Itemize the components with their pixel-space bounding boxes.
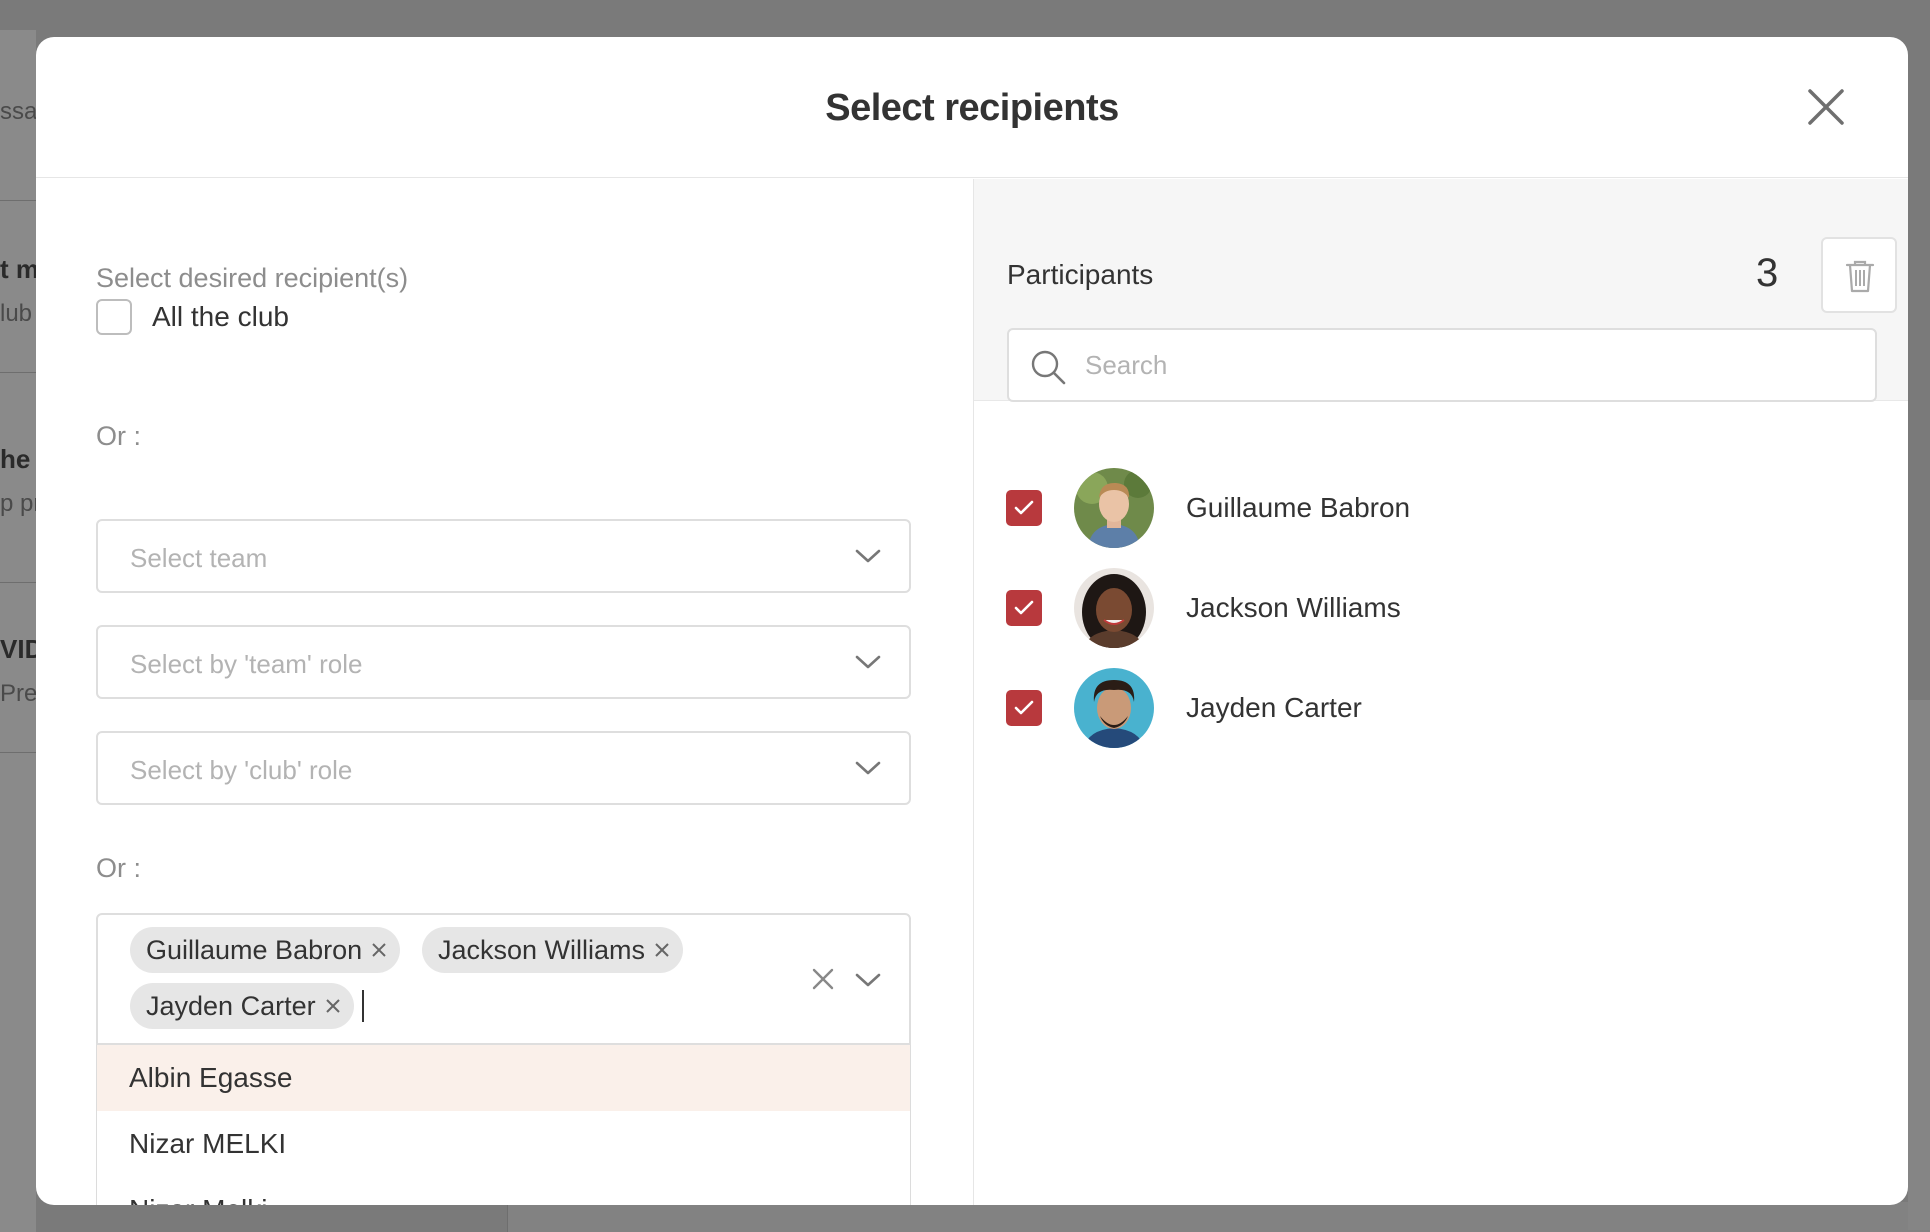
close-icon	[1808, 89, 1844, 125]
avatar	[1074, 668, 1154, 748]
participants-title: Participants	[1007, 259, 1154, 290]
participant-checkbox[interactable]	[1006, 690, 1042, 726]
tag-label: Guillaume Babron	[146, 934, 363, 965]
participant-checkbox[interactable]	[1006, 490, 1042, 526]
select-team-placeholder: Select team	[130, 543, 268, 573]
modal-header: Select recipients	[36, 37, 1908, 178]
participant-search[interactable]	[1007, 328, 1877, 402]
close-button[interactable]	[1806, 87, 1846, 127]
background-divider	[0, 752, 36, 753]
option-nizar-melki[interactable]: Nizar MELKI	[97, 1111, 910, 1177]
trash-icon	[1845, 260, 1875, 293]
clear-participants-button[interactable]	[1821, 237, 1897, 313]
option-albin-egasse[interactable]: Albin Egasse	[97, 1045, 910, 1111]
avatar	[1074, 568, 1154, 648]
all-club-checkbox[interactable]	[96, 299, 132, 335]
chevron-down-icon[interactable]	[855, 970, 881, 990]
selected-tag: Jackson Williams	[422, 927, 684, 973]
remove-tag-icon[interactable]	[324, 997, 342, 1015]
background-text: he	[0, 444, 31, 474]
avatar	[1074, 468, 1154, 548]
select-team-role-placeholder: Select by 'team' role	[130, 649, 363, 679]
text-caret[interactable]	[362, 990, 364, 1022]
selected-tag: Guillaume Babron	[130, 927, 401, 973]
tag-label: Jayden Carter	[146, 990, 316, 1021]
modal-title: Select recipients	[825, 87, 1119, 129]
participants-panel: Participants 3 Search Guillaume Babron J…	[973, 179, 1908, 1205]
participant-row: Jackson Williams	[1006, 568, 1866, 648]
section-label: Select desired recipient(s)	[96, 263, 409, 293]
search-input[interactable]	[1085, 332, 1855, 398]
participants-header: Participants 3	[974, 179, 1908, 402]
remove-tag-icon[interactable]	[653, 941, 671, 959]
all-club-label: All the club	[152, 301, 289, 332]
chevron-down-icon	[855, 549, 881, 563]
checkmark-icon	[1014, 600, 1034, 615]
search-icon	[1031, 350, 1066, 385]
select-team-role-dropdown[interactable]: Select by 'team' role	[96, 625, 911, 699]
participant-name: Jayden Carter	[1186, 692, 1362, 723]
select-club-role-placeholder: Select by 'club' role	[130, 755, 353, 785]
clear-all-icon[interactable]	[811, 967, 835, 991]
checkmark-icon	[1014, 700, 1034, 715]
checkmark-icon	[1014, 500, 1034, 515]
participant-checkbox[interactable]	[1006, 590, 1042, 626]
select-recipients-modal: Select recipients Select desired recipie…	[36, 37, 1908, 1205]
background-right	[1908, 700, 1930, 1230]
participants-count: 3	[1756, 251, 1779, 295]
or-label: Or :	[96, 853, 141, 883]
background-left-strip	[0, 30, 36, 1232]
select-team-dropdown[interactable]: Select team	[96, 519, 911, 593]
background-divider	[0, 582, 36, 583]
all-club-option[interactable]: All the club	[96, 299, 289, 335]
background-bottom	[507, 1202, 1930, 1232]
tag-label: Jackson Williams	[438, 934, 646, 965]
select-club-role-dropdown[interactable]: Select by 'club' role	[96, 731, 911, 805]
background-divider	[0, 200, 36, 201]
background-text: ssa	[0, 98, 36, 125]
recipient-selection-panel: Select desired recipient(s) All the club…	[36, 179, 973, 1205]
background-text: p pr	[0, 490, 36, 517]
participant-row: Guillaume Babron	[1006, 468, 1866, 548]
member-multiselect[interactable]: Guillaume Babron Jackson Williams Jayden…	[96, 913, 911, 1045]
or-label: Or :	[96, 421, 141, 451]
option-nizar-melki-2[interactable]: Nizar Melki	[97, 1177, 910, 1205]
selected-tag: Jayden Carter	[130, 983, 354, 1029]
remove-tag-icon[interactable]	[370, 941, 388, 959]
participant-row: Jayden Carter	[1006, 668, 1866, 748]
background-text: lub	[0, 300, 33, 327]
participant-name: Guillaume Babron	[1186, 492, 1411, 523]
background-divider	[0, 372, 36, 373]
chevron-down-icon	[855, 761, 881, 775]
background-text: t m	[0, 254, 36, 284]
participant-name: Jackson Williams	[1186, 592, 1401, 623]
background-text: VID	[0, 634, 36, 664]
member-options-list: Albin Egasse Nizar MELKI Nizar Melki	[96, 1045, 911, 1205]
chevron-down-icon	[855, 655, 881, 669]
background-text: Pre	[0, 680, 36, 707]
